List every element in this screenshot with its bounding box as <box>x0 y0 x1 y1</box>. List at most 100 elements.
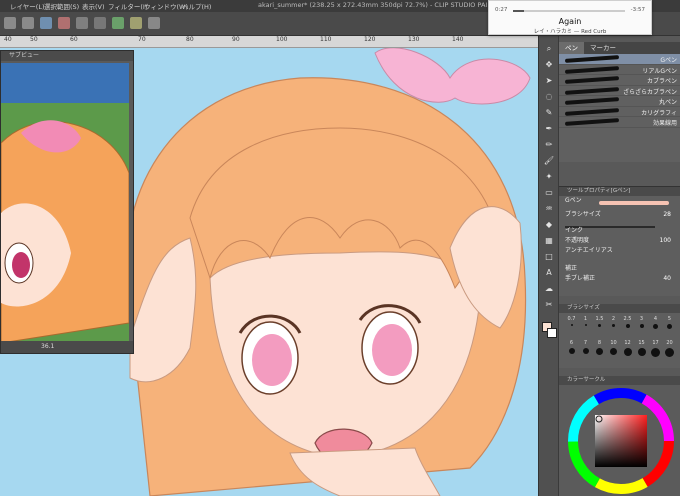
special-ruler-icon[interactable] <box>112 17 124 29</box>
stabilization-label: 手ブレ補正 <box>565 275 596 282</box>
size-preset[interactable]: 1 <box>579 316 592 336</box>
brush-name: Gペン <box>660 57 677 64</box>
color-wheel-palette: カラーサークル <box>559 376 680 496</box>
correction-row: 補正 <box>559 264 680 274</box>
artist-name: レイ・ハラカミ — Red Curb <box>533 29 607 35</box>
stabilization-value: 40 <box>663 275 671 282</box>
size-preset[interactable]: 17 <box>649 340 662 360</box>
zoom-icon[interactable]: ⌕ <box>543 44 555 54</box>
undo-icon[interactable] <box>4 17 16 29</box>
size-preset[interactable]: 7 <box>579 340 592 360</box>
brush-item[interactable]: カリグラフィ <box>559 107 680 117</box>
tool-property-palette: ツールプロパティ[Gペン] Gペン ブラシサイズ 28 インク 不透明度 100… <box>559 186 680 296</box>
menu-filter[interactable]: フィルター(I) <box>108 1 147 11</box>
menu-selection[interactable]: 選択範囲(S) <box>44 1 79 11</box>
brush-size-palette: ブラシサイズ 0.7 1 1.5 2 2.5 3 4 5 6 7 8 10 12… <box>559 304 680 368</box>
antialias-label: アンチエイリアス <box>565 247 613 254</box>
remaining-time: -3:57 <box>630 7 645 13</box>
correction-label: 補正 <box>565 265 578 272</box>
opacity-label: 不透明度 <box>565 237 590 244</box>
transform-icon[interactable] <box>40 17 52 29</box>
grid-snap-icon[interactable] <box>130 17 142 29</box>
opacity-row[interactable]: 不透明度 100 <box>559 236 680 246</box>
move-icon[interactable]: ✥ <box>543 60 555 70</box>
line-fix-icon[interactable]: ✂ <box>543 300 555 310</box>
media-player-popup[interactable]: 0:27 -3:57 Again レイ・ハラカミ — Red Curb <box>488 0 652 35</box>
tool-palette: ⌕ ✥ ➤ ◌ ✎ ✒ ✏ 🖌 ✦ ▭ ♒ ◆ ▦ □ A ☁ ✂ <box>539 36 559 496</box>
balloon-icon[interactable]: ☁ <box>543 284 555 294</box>
tab-marker[interactable]: マーカー <box>584 42 622 54</box>
size-preset[interactable]: 4 <box>649 316 662 336</box>
size-preset[interactable]: 8 <box>593 340 606 360</box>
brush-item[interactable]: 丸ペン <box>559 96 680 107</box>
ink-label: インク <box>565 227 584 234</box>
size-preset[interactable]: 2.5 <box>621 316 634 336</box>
brush-name: カリグラフィ <box>641 109 677 117</box>
brush-icon[interactable]: 🖌 <box>543 156 555 166</box>
brush-item[interactable]: Gペン <box>559 54 680 65</box>
pen-icon[interactable]: ✒ <box>543 124 555 134</box>
brush-name: カブラペン <box>646 78 677 85</box>
color-wheel[interactable] <box>559 385 680 495</box>
gradient-icon[interactable]: ▦ <box>543 236 555 246</box>
brush-item[interactable]: リアルGペン <box>559 65 680 75</box>
size-preset[interactable]: 5 <box>663 316 676 336</box>
redo-icon[interactable] <box>22 17 34 29</box>
size-preset[interactable]: 20 <box>663 340 676 360</box>
sub-view-zoom[interactable]: 36.1 <box>1 341 133 353</box>
brush-name: 効果線用 <box>652 120 677 127</box>
sub-color-swatch[interactable] <box>547 328 557 338</box>
document-title: akari_summer* (238.25 x 272.43mm 350dpi … <box>258 1 512 9</box>
ruler-tick: 120 <box>364 36 376 43</box>
pencil-icon[interactable]: ✏ <box>543 140 555 150</box>
ruler-tick: 50 <box>30 36 38 43</box>
brush-item[interactable]: カブラペン <box>559 75 680 86</box>
color-wheel-header: カラーサークル <box>559 376 680 385</box>
size-preset[interactable]: 15 <box>635 340 648 360</box>
reference-illustration <box>1 63 129 343</box>
brush-item[interactable]: 効果線用 <box>559 117 680 128</box>
sub-view-window[interactable]: サブビュー 36.1 <box>0 50 134 354</box>
playback-progress[interactable] <box>513 10 625 12</box>
fill-icon[interactable] <box>76 17 88 29</box>
clear-icon[interactable] <box>58 17 70 29</box>
ruler-tick: 110 <box>320 36 332 43</box>
size-preset[interactable]: 1.5 <box>593 316 606 336</box>
fill-tool-icon[interactable]: ◆ <box>543 220 555 230</box>
menu-layer[interactable]: レイヤー(L) <box>10 1 45 11</box>
tab-pen[interactable]: ペン <box>559 42 584 54</box>
brush-size-header: ブラシサイズ <box>559 304 680 313</box>
brush-item[interactable]: ざらざらカブラペン <box>559 86 680 96</box>
ruler-snap-icon[interactable] <box>94 17 106 29</box>
menu-view[interactable]: 表示(V) <box>82 1 105 11</box>
settings-icon[interactable] <box>148 17 160 29</box>
ruler-tick: 100 <box>276 36 288 43</box>
brush-name: 丸ペン <box>658 99 677 106</box>
size-preset[interactable]: 0.7 <box>565 316 578 336</box>
opacity-value: 100 <box>659 237 671 244</box>
size-preset[interactable]: 2 <box>607 316 620 336</box>
figure-icon[interactable]: □ <box>543 252 555 262</box>
blend-icon[interactable]: ♒ <box>543 204 555 214</box>
ruler-tick: 80 <box>186 36 194 43</box>
size-preset[interactable]: 3 <box>635 316 648 336</box>
stabilization-row[interactable]: 手ブレ補正 40 <box>559 274 680 284</box>
eraser-icon[interactable]: ▭ <box>543 188 555 198</box>
operation-icon[interactable]: ➤ <box>543 76 555 86</box>
size-preset[interactable]: 12 <box>621 340 634 360</box>
text-icon[interactable]: A <box>543 268 555 278</box>
lasso-icon[interactable]: ◌ <box>543 92 555 102</box>
brush-size-label: ブラシサイズ <box>565 211 601 218</box>
airbrush-icon[interactable]: ✦ <box>543 172 555 182</box>
eyedropper-icon[interactable]: ✎ <box>543 108 555 118</box>
size-preset[interactable]: 6 <box>565 340 578 360</box>
menu-help[interactable]: ヘルプ(H) <box>182 1 211 11</box>
ruler-tick: 130 <box>408 36 420 43</box>
brush-name: ざらざらカブラペン <box>622 88 677 96</box>
size-preset[interactable]: 10 <box>607 340 620 360</box>
antialias-row[interactable]: アンチエイリアス <box>559 246 680 256</box>
stroke-preview <box>599 201 669 205</box>
brush-name: リアルGペン <box>642 67 677 75</box>
ruler-tick: 40 <box>4 36 12 43</box>
brush-size-row[interactable]: ブラシサイズ 28 <box>559 210 680 228</box>
